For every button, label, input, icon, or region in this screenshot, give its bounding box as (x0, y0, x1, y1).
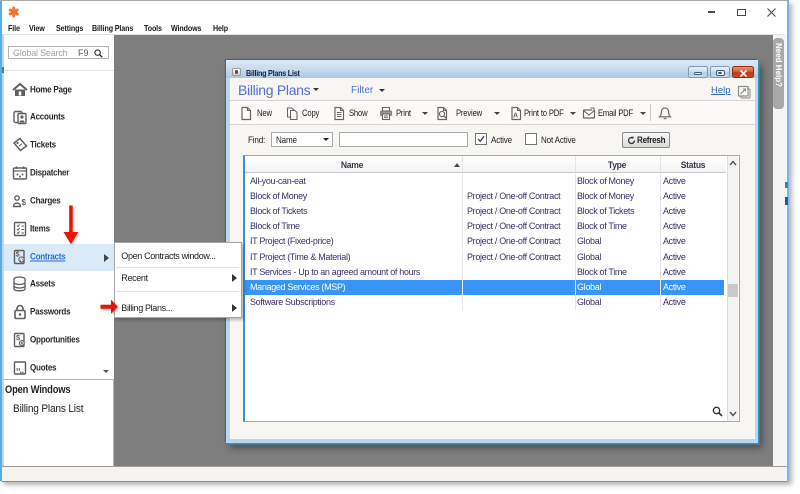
svg-text:$: $ (22, 198, 27, 207)
svg-text:o: o (20, 257, 24, 264)
svg-text:A: A (513, 112, 518, 119)
svg-text:„: „ (19, 365, 24, 376)
